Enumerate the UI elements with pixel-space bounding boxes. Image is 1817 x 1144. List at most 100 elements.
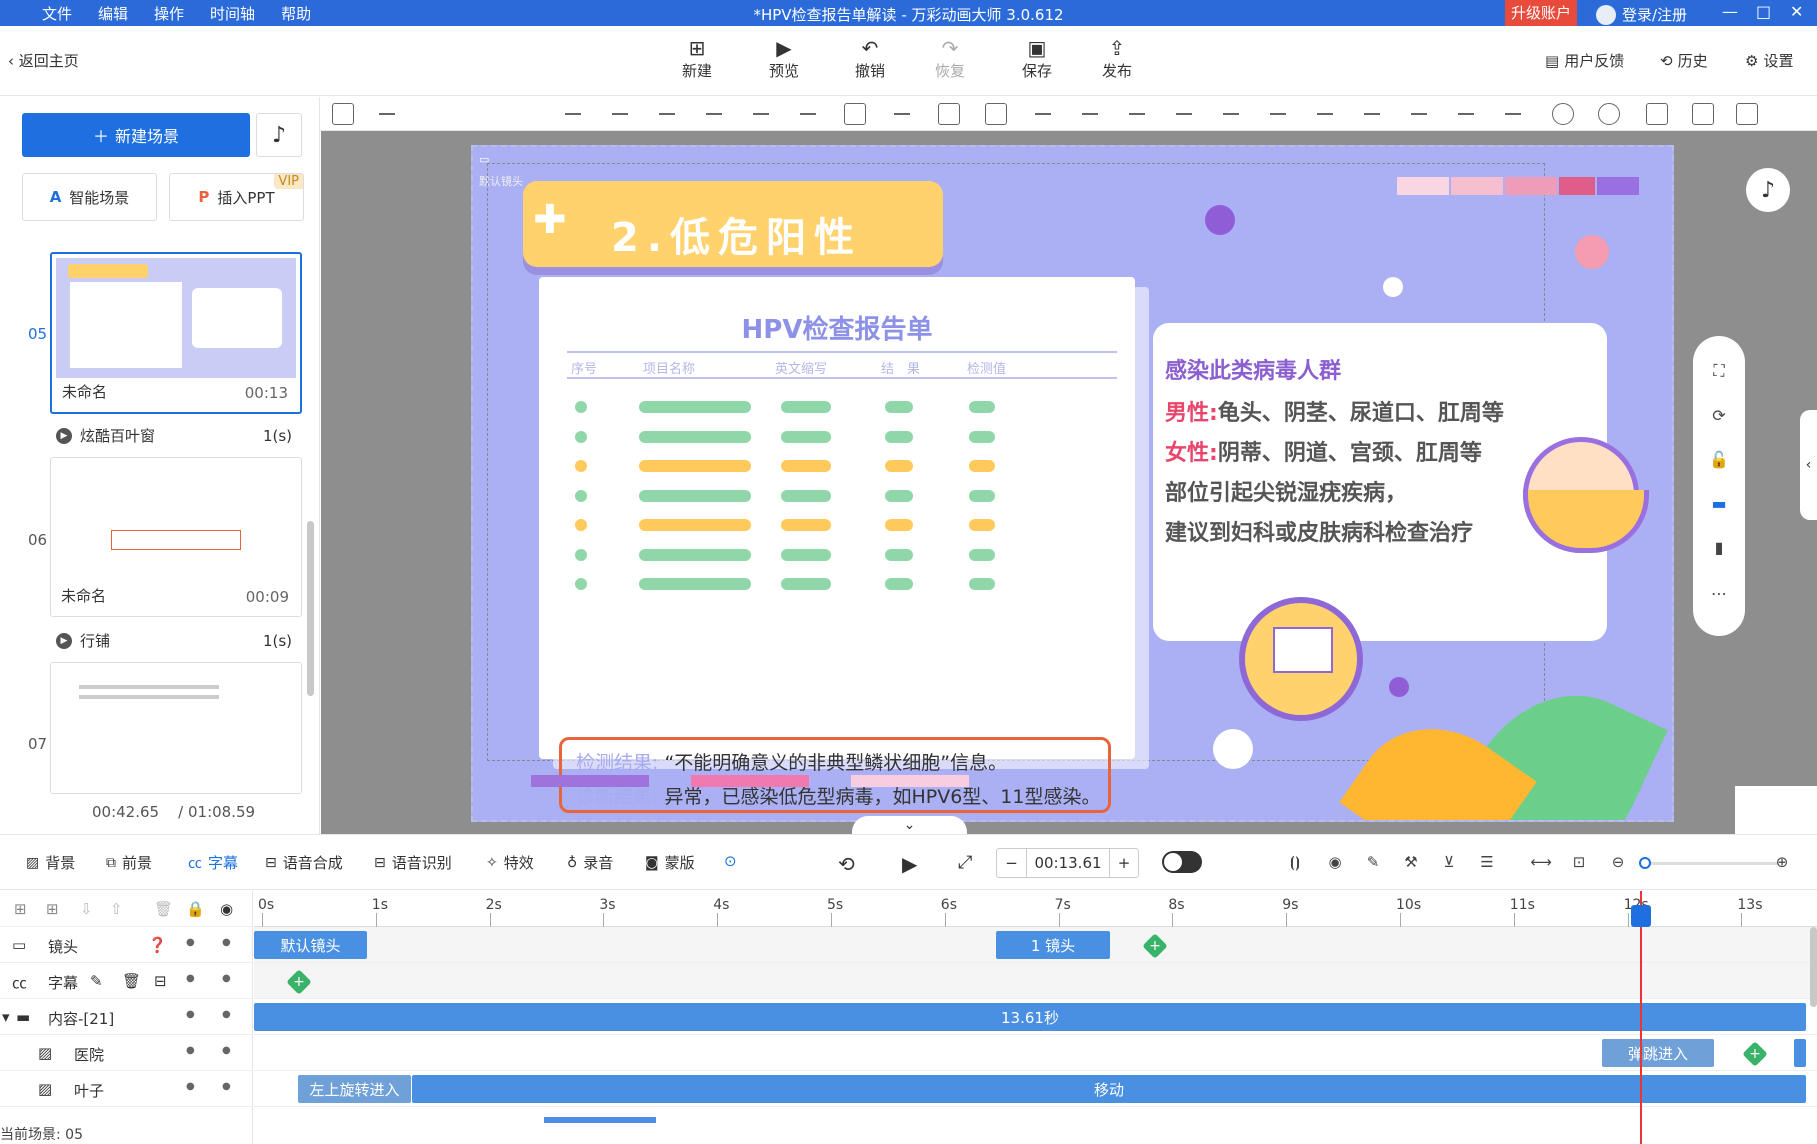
- music-note-icon[interactable]: ♪: [1746, 168, 1790, 212]
- mask-button[interactable]: ◙ 蒙版: [645, 852, 695, 873]
- distribute-vertical-icon[interactable]: [1361, 103, 1383, 125]
- hospital-lane[interactable]: 弹跳进入 +: [254, 1035, 1817, 1071]
- clip-rotate-in[interactable]: 左上旋转进入: [298, 1075, 411, 1103]
- track-subtitle[interactable]: ㏄ 字幕 ✎ 🗑 ⊟ ● ●: [0, 963, 253, 999]
- current-time-value[interactable]: 00:13.61: [1027, 854, 1109, 872]
- tools-icon[interactable]: ⚒: [1400, 851, 1422, 873]
- time-ruler[interactable]: 0s1s2s3s4s5s6s7s8s9s10s11s12s13s: [254, 891, 1817, 927]
- smart-scene-button[interactable]: A 智能场景: [22, 173, 157, 221]
- track-hospital[interactable]: ▨ 医院 ● ●: [0, 1035, 253, 1071]
- clip-partial[interactable]: [544, 1117, 656, 1123]
- clip-move[interactable]: 移动: [412, 1075, 1806, 1103]
- clip-bounce-in[interactable]: 弹跳进入: [1602, 1039, 1714, 1067]
- back-home-button[interactable]: ‹ 返回主页: [8, 50, 79, 71]
- expand-icon[interactable]: ⤢: [958, 852, 972, 873]
- record-button[interactable]: ♁ 录音: [567, 852, 613, 873]
- zoom-in-icon[interactable]: ⊕: [1771, 851, 1793, 873]
- menu-edit[interactable]: 编辑: [98, 3, 128, 24]
- content-lane[interactable]: 13.61秒: [254, 999, 1817, 1035]
- redo-button[interactable]: ↷ 恢复: [920, 36, 980, 81]
- new-button[interactable]: ⊞ 新建: [667, 36, 727, 81]
- adjust-icon[interactable]: ☰: [1476, 851, 1498, 873]
- time-decrement[interactable]: −: [997, 849, 1027, 877]
- track-camera[interactable]: ▭ 镜头 ❓ ● ●: [0, 927, 253, 963]
- timeline-scrollbar[interactable]: [1810, 927, 1817, 1007]
- scene-thumbnail-06[interactable]: 未命名 00:09: [50, 457, 302, 617]
- edit-icon[interactable]: ✎: [90, 972, 103, 990]
- move-up-icon[interactable]: ⇧: [110, 900, 123, 918]
- subtitle-button[interactable]: ㏄字幕: [188, 852, 238, 873]
- lock-icon[interactable]: [844, 103, 866, 125]
- add-track-icon[interactable]: ⊞: [46, 900, 59, 918]
- minimize-icon[interactable]: —: [1722, 2, 1738, 21]
- scene-thumbnail-05[interactable]: 未命名 00:13: [50, 252, 302, 414]
- unlock-icon[interactable]: [1646, 103, 1668, 125]
- feedback-button[interactable]: ▤ 用户反馈: [1545, 50, 1624, 71]
- report-paper[interactable]: HPV检查报告单 序号 项目名称 英文缩写 结 果 检测值 检测结果: “不能明…: [539, 277, 1135, 813]
- home-icon[interactable]: [376, 103, 398, 125]
- align-center-icon[interactable]: [1079, 103, 1101, 125]
- face-illustration[interactable]: [1523, 437, 1649, 553]
- hospital-illustration[interactable]: [1239, 597, 1363, 721]
- background-button[interactable]: ▨ 背景: [26, 852, 75, 873]
- music-note-icon[interactable]: ♪: [256, 113, 302, 157]
- clip-default-camera[interactable]: 默认镜头: [254, 931, 367, 959]
- add-keyframe-icon[interactable]: +: [286, 969, 312, 995]
- close-icon[interactable]: ✕: [1790, 2, 1803, 21]
- align-spread-icon[interactable]: [1502, 103, 1524, 125]
- collapse-panel-icon[interactable]: ‹: [1800, 410, 1817, 520]
- align-left-icon[interactable]: [1267, 103, 1289, 125]
- playhead[interactable]: [1640, 891, 1642, 1144]
- new-scene-button[interactable]: ＋ 新建场景: [22, 113, 250, 157]
- align-top-edge-icon[interactable]: [1408, 103, 1430, 125]
- fit-width-icon[interactable]: ⟷: [1530, 851, 1552, 873]
- add-folder-icon[interactable]: ⊞: [14, 900, 27, 918]
- align-bottom-icon[interactable]: [1126, 103, 1148, 125]
- zoom-out-icon[interactable]: [1598, 103, 1620, 125]
- delete-icon[interactable]: [938, 103, 960, 125]
- menu-timeline[interactable]: 时间轴: [210, 3, 255, 24]
- slide-canvas[interactable]: ▭ 默认镜头 HPV检查报告单 序号 项目名称 英文缩写 结 果 检测值 检测结…: [471, 145, 1674, 822]
- layers-icon[interactable]: [332, 103, 354, 125]
- camera-icon[interactable]: ◉: [1324, 851, 1346, 873]
- flip-horizontal-icon[interactable]: [750, 103, 772, 125]
- time-field[interactable]: − 00:13.61 +: [996, 848, 1139, 878]
- desktop-icon[interactable]: ▬: [1708, 492, 1730, 514]
- copy-icon[interactable]: [1692, 103, 1714, 125]
- rotate-icon[interactable]: [891, 103, 913, 125]
- fullscreen-icon[interactable]: ⛶: [1708, 360, 1730, 382]
- more-icon[interactable]: ⋯: [1708, 582, 1730, 604]
- snap-toggle[interactable]: [1162, 851, 1202, 873]
- replay-icon[interactable]: ⟲: [838, 852, 855, 876]
- settings-button[interactable]: ⚙ 设置: [1745, 50, 1793, 71]
- fit-icon[interactable]: ⦗⦘: [1284, 851, 1306, 873]
- menu-file[interactable]: 文件: [42, 3, 72, 24]
- upgrade-button[interactable]: 升级账户: [1505, 0, 1578, 26]
- subtitle-lane[interactable]: +: [254, 963, 1817, 999]
- one-to-one-icon[interactable]: ⊡: [1568, 851, 1590, 873]
- lock-icon[interactable]: 🔒: [186, 900, 205, 918]
- insert-ppt-button[interactable]: P 插入PPT VIP: [169, 173, 304, 221]
- import-icon[interactable]: ⊟: [154, 972, 167, 990]
- effects-button[interactable]: ✧ 特效: [486, 852, 534, 873]
- menu-operate[interactable]: 操作: [154, 3, 184, 24]
- tts-button[interactable]: ⊟ 语音合成: [265, 852, 343, 873]
- time-increment[interactable]: +: [1109, 849, 1138, 877]
- align-top-icon[interactable]: [1220, 103, 1242, 125]
- rotate-icon[interactable]: ⟳: [1708, 404, 1730, 426]
- align-middle-icon[interactable]: [1032, 103, 1054, 125]
- track-leaf[interactable]: ▨ 叶子 ● ●: [0, 1071, 253, 1107]
- preview-button[interactable]: ▶ 预览: [754, 36, 814, 81]
- filter-icon[interactable]: ⊻: [1438, 851, 1460, 873]
- paste-icon[interactable]: [1736, 103, 1758, 125]
- transition-row[interactable]: ▶ 炫酷百叶窗 1(s): [56, 425, 292, 446]
- move-up-icon[interactable]: [703, 103, 725, 125]
- move-bottom-icon[interactable]: [562, 103, 584, 125]
- history-button[interactable]: ⟲ 历史: [1660, 50, 1708, 71]
- delete-icon[interactable]: 🗑: [122, 972, 141, 990]
- menu-help[interactable]: 帮助: [281, 3, 311, 24]
- timeline-tracks[interactable]: 0s1s2s3s4s5s6s7s8s9s10s11s12s13s 默认镜头 1 …: [254, 891, 1817, 1144]
- mobile-icon[interactable]: ▮: [1708, 536, 1730, 558]
- add-keyframe-icon[interactable]: +: [1742, 1041, 1768, 1067]
- undo-button[interactable]: ↶ 撤销: [840, 36, 900, 81]
